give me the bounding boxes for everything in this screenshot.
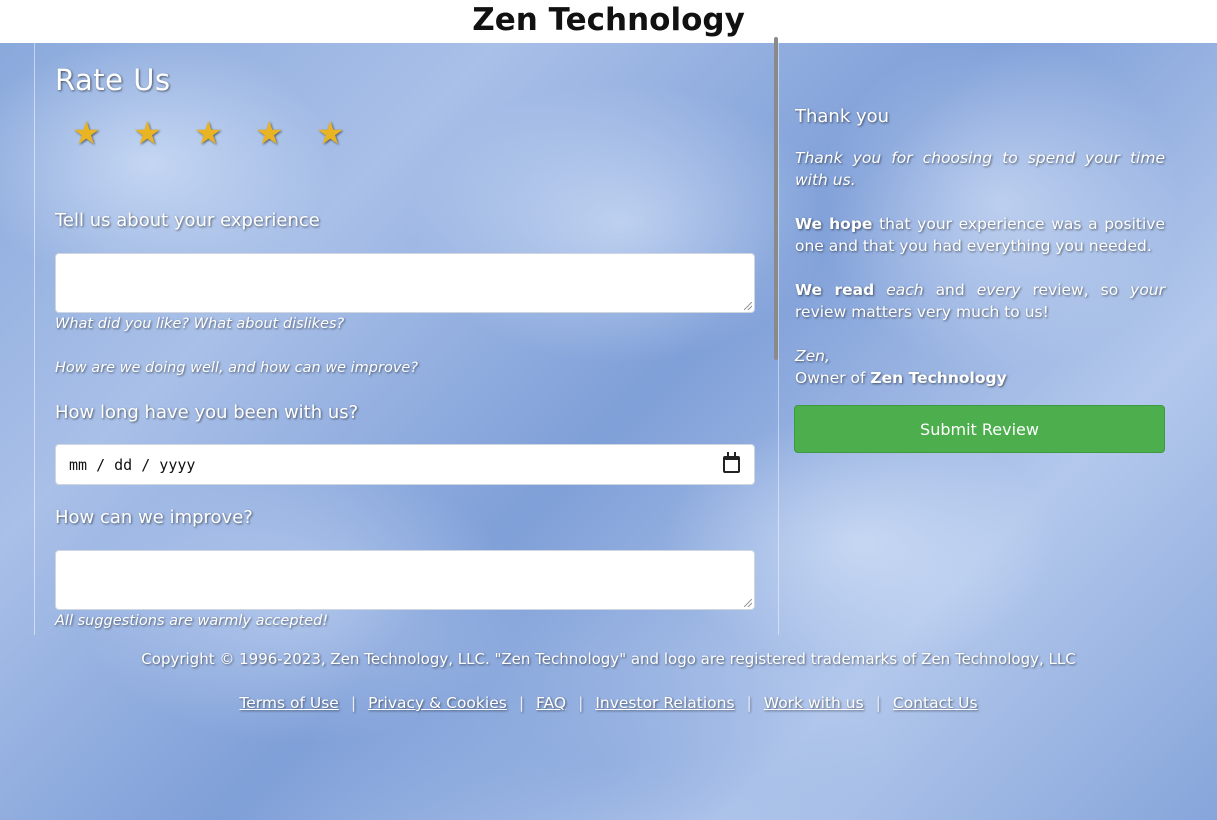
experience-hint-improve: How are we doing well, and how can we im… [55,360,419,376]
star-5-icon[interactable]: ★ [316,113,377,153]
terms-link[interactable]: Terms of Use [239,694,338,712]
separator: | [518,694,525,712]
improve-textarea[interactable] [55,550,755,610]
resize-grip-icon[interactable] [744,599,752,607]
resize-grip-icon[interactable] [744,302,752,310]
thank-you-title: Thank you [795,106,890,127]
signature-owner: Owner of Zen Technology [795,369,1007,387]
separator: | [350,694,357,712]
hope-bold: We hope [795,215,873,233]
each-italic: each [886,281,924,299]
rate-us-title: Rate Us [55,63,171,97]
improve-hint: All suggestions are warmly accepted! [55,613,329,629]
star-2-icon[interactable]: ★ [133,113,194,153]
work-with-us-link[interactable]: Work with us [764,694,864,712]
read-bold: We read [795,281,875,299]
hope-message: We hope that your experience was a posit… [795,213,1165,257]
review-message: We read each and every review, so your r… [795,281,1166,321]
experience-hint-likes: What did you like? What about dislikes? [55,316,345,332]
membership-date-input[interactable]: mm / dd / yyyy [55,444,755,485]
duration-label: How long have you been with us? [55,402,359,423]
footer-links: Terms of Use | Privacy & Cookies | FAQ | Inves… [0,694,1217,712]
scrollbar-thumb[interactable] [774,37,778,360]
thank-you-message: Thank you for choosing to spend your tim… [795,149,1165,189]
signature-name: Zen, [795,347,830,365]
privacy-link[interactable]: Privacy & Cookies [368,694,507,712]
star-rating[interactable]: ★ ★ ★ ★ ★ [72,113,377,153]
your-italic: your [1130,281,1166,299]
star-4-icon[interactable]: ★ [255,113,316,153]
submit-review-button[interactable]: Submit Review [794,405,1165,453]
star-1-icon[interactable]: ★ [72,113,133,153]
calendar-icon[interactable] [723,452,740,473]
faq-link[interactable]: FAQ [536,694,566,712]
investor-relations-link[interactable]: Investor Relations [595,694,734,712]
experience-label: Tell us about your experience [55,210,320,231]
date-placeholder: mm / dd / yyyy [69,455,196,474]
every-italic: every [976,281,1021,299]
improve-label: How can we improve? [55,507,253,528]
copyright-notice: Copyright © 1996-2023, Zen Technology, L… [141,650,1076,668]
left-divider [34,43,35,635]
contact-us-link[interactable]: Contact Us [893,694,978,712]
column-divider [778,43,779,635]
separator: | [578,694,584,712]
star-3-icon[interactable]: ★ [194,113,255,153]
site-title: Zen Technology [472,2,745,38]
experience-textarea[interactable] [55,253,755,313]
separator: | [875,694,881,712]
site-header: Zen Technology [0,0,1217,43]
separator: | [746,694,752,712]
signature-company: Zen Technology [870,369,1007,387]
